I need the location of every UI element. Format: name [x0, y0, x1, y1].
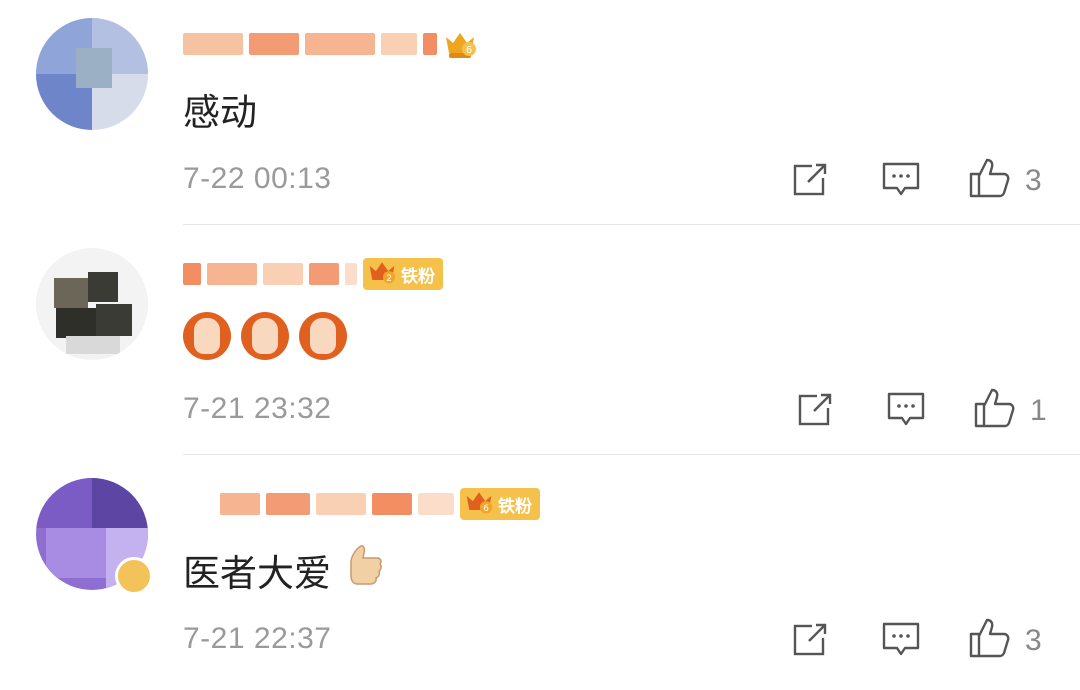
- reply-button[interactable]: [886, 390, 926, 435]
- divider: [183, 224, 1080, 225]
- like-button[interactable]: 3: [967, 616, 1042, 665]
- fan-badge: 2 铁粉: [363, 258, 443, 290]
- like-count: 3: [1025, 163, 1042, 197]
- victory-hands-emoji-icon: [183, 312, 231, 360]
- divider: [183, 454, 1080, 455]
- timestamp: 7-21 23:32: [183, 392, 332, 425]
- like-icon: [967, 616, 1011, 665]
- reply-button[interactable]: [881, 620, 921, 665]
- reply-button[interactable]: [881, 160, 921, 205]
- like-button[interactable]: 3: [967, 156, 1042, 205]
- comment-item: 6 感动 7-22 00:13 3: [0, 0, 1080, 230]
- fan-badge-label: 铁粉: [401, 266, 435, 287]
- victory-hands-emoji-icon: [299, 312, 347, 360]
- victory-hands-emoji-icon: [241, 312, 289, 360]
- thumbs-up-emoji-icon: [341, 542, 387, 597]
- fan-badge-label: 铁粉: [498, 496, 532, 517]
- reply-icon: [881, 160, 921, 205]
- reply-icon: [886, 390, 926, 435]
- share-icon: [792, 620, 830, 663]
- like-count: 1: [1030, 393, 1047, 427]
- comment-text: 医者大爱: [183, 542, 387, 597]
- level-number: 6: [466, 45, 472, 56]
- avatar[interactable]: [36, 18, 148, 130]
- share-icon: [797, 390, 835, 433]
- share-button[interactable]: [792, 160, 830, 203]
- crown-icon: 6: [443, 27, 477, 61]
- comment-text: 感动: [183, 91, 257, 134]
- level-number: 2: [386, 273, 392, 283]
- verified-badge-icon: [115, 557, 153, 595]
- like-button[interactable]: 1: [972, 386, 1047, 435]
- avatar[interactable]: [36, 248, 148, 360]
- timestamp: 7-21 22:37: [183, 622, 332, 655]
- share-button[interactable]: [792, 620, 830, 663]
- comment-text: [183, 312, 347, 360]
- reply-icon: [881, 620, 921, 665]
- like-icon: [967, 156, 1011, 205]
- username[interactable]: 6: [183, 24, 477, 64]
- crown-icon: 6: [464, 487, 494, 522]
- share-button[interactable]: [797, 390, 835, 433]
- fan-badge: 6 铁粉: [460, 488, 540, 520]
- crown-icon: 2: [367, 257, 397, 292]
- like-icon: [972, 386, 1016, 435]
- level-number: 6: [483, 503, 489, 513]
- share-icon: [792, 160, 830, 203]
- username[interactable]: 6 铁粉: [220, 484, 540, 524]
- username[interactable]: 2 铁粉: [183, 254, 443, 294]
- comment-item: 2 铁粉 7-21 23:32 1: [0, 230, 1080, 460]
- like-count: 3: [1025, 623, 1042, 657]
- comment-item: 6 铁粉 医者大爱 7-21 22:37 3: [0, 460, 1080, 690]
- timestamp: 7-22 00:13: [183, 162, 332, 195]
